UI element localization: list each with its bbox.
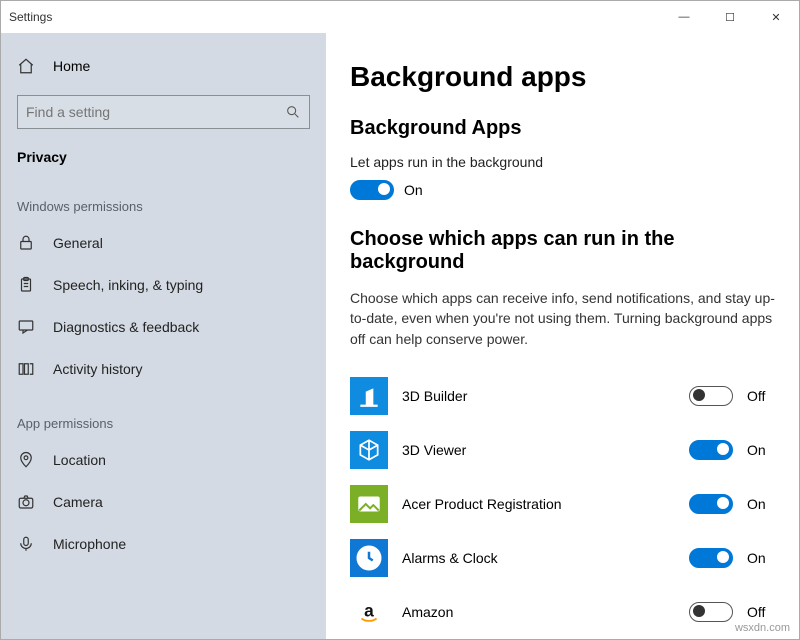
sidebar-item-label: Speech, inking, & typing <box>53 277 203 293</box>
main-content: Background apps Background Apps Let apps… <box>326 33 799 639</box>
master-toggle[interactable] <box>350 180 394 200</box>
sidebar-item-activity-history[interactable]: Activity history <box>1 348 326 390</box>
app-toggle[interactable] <box>689 494 733 514</box>
sidebar-item-speech[interactable]: Speech, inking, & typing <box>1 264 326 306</box>
app-name: Alarms & Clock <box>402 550 675 566</box>
section-header: Background Apps <box>350 117 775 140</box>
svg-text:a: a <box>364 600 374 620</box>
app-row: Acer Product Registration On <box>350 477 775 531</box>
section-description: Choose which apps can receive info, send… <box>350 288 775 349</box>
master-toggle-label: Let apps run in the background <box>350 154 775 170</box>
app-name: Amazon <box>402 604 675 620</box>
app-icon <box>350 431 388 469</box>
sidebar-item-label: Location <box>53 452 106 468</box>
lock-icon <box>17 234 35 252</box>
history-icon <box>17 360 35 378</box>
microphone-icon <box>17 535 35 553</box>
window-title: Settings <box>9 10 52 24</box>
app-row: a Amazon Off <box>350 585 775 639</box>
camera-icon <box>17 493 35 511</box>
feedback-icon <box>17 318 35 336</box>
sidebar-item-microphone[interactable]: Microphone <box>1 523 326 565</box>
minimize-button[interactable]: — <box>661 1 707 33</box>
clipboard-icon <box>17 276 35 294</box>
app-toggle[interactable] <box>689 548 733 568</box>
maximize-button[interactable]: ☐ <box>707 1 753 33</box>
sidebar-home-label: Home <box>53 58 90 74</box>
sidebar-item-label: Activity history <box>53 361 142 377</box>
search-field[interactable] <box>26 104 285 120</box>
app-row: 3D Builder Off <box>350 369 775 423</box>
app-toggle-state: On <box>747 550 775 566</box>
master-toggle-state: On <box>404 182 423 198</box>
app-row: 3D Viewer On <box>350 423 775 477</box>
sidebar-category[interactable]: Privacy <box>1 139 326 173</box>
sidebar-item-camera[interactable]: Camera <box>1 481 326 523</box>
sidebar-item-location[interactable]: Location <box>1 439 326 481</box>
app-icon <box>350 377 388 415</box>
home-icon <box>17 57 35 75</box>
sidebar-item-general[interactable]: General <box>1 222 326 264</box>
page-title: Background apps <box>350 61 775 93</box>
app-toggle-state: On <box>747 442 775 458</box>
app-name: 3D Viewer <box>402 442 675 458</box>
sidebar-item-label: Camera <box>53 494 103 510</box>
app-name: 3D Builder <box>402 388 675 404</box>
app-row: Alarms & Clock On <box>350 531 775 585</box>
window-body: Home Privacy Windows permissions General <box>1 33 799 639</box>
location-icon <box>17 451 35 469</box>
app-toggle-state: Off <box>747 388 775 404</box>
sidebar-group-header: App permissions <box>1 390 326 439</box>
sidebar-home[interactable]: Home <box>1 47 326 85</box>
titlebar: Settings — ☐ ✕ <box>1 1 799 33</box>
sidebar-item-label: General <box>53 235 103 251</box>
settings-window: Settings — ☐ ✕ Home Privacy Windows perm… <box>0 0 800 640</box>
sidebar-item-label: Diagnostics & feedback <box>53 319 199 335</box>
master-toggle-row: On <box>350 180 775 200</box>
search-icon <box>285 104 301 120</box>
sidebar-group-header: Windows permissions <box>1 173 326 222</box>
sidebar-item-diagnostics[interactable]: Diagnostics & feedback <box>1 306 326 348</box>
app-toggle-state: On <box>747 496 775 512</box>
app-name: Acer Product Registration <box>402 496 675 512</box>
app-list: 3D BuilderOff3D ViewerOnAcer Product Reg… <box>350 369 775 639</box>
watermark: wsxdn.com <box>735 622 790 634</box>
sidebar: Home Privacy Windows permissions General <box>1 33 326 639</box>
app-icon: a <box>350 593 388 631</box>
app-toggle[interactable] <box>689 602 733 622</box>
app-icon <box>350 539 388 577</box>
app-toggle-state: Off <box>747 604 775 620</box>
section-header: Choose which apps can run in the backgro… <box>350 228 775 274</box>
app-icon <box>350 485 388 523</box>
close-button[interactable]: ✕ <box>753 1 799 33</box>
app-toggle[interactable] <box>689 440 733 460</box>
sidebar-item-label: Microphone <box>53 536 126 552</box>
search-input[interactable] <box>17 95 310 129</box>
app-toggle[interactable] <box>689 386 733 406</box>
